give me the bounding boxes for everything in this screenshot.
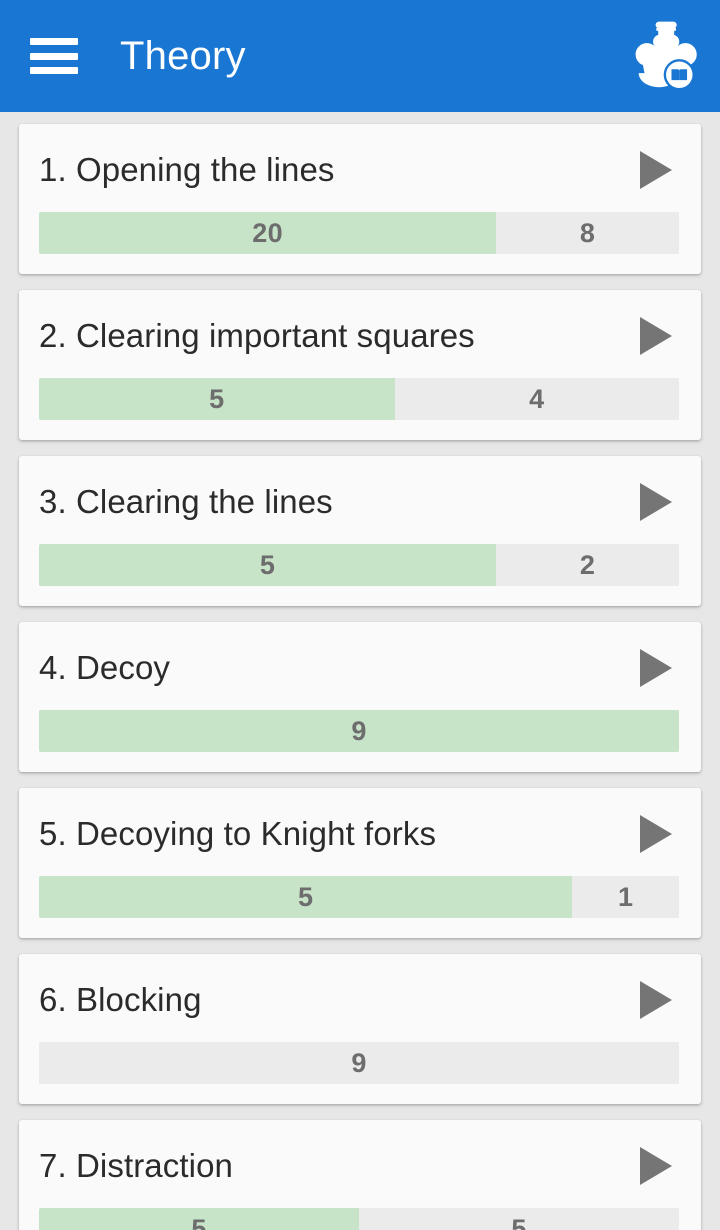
- list-item[interactable]: 5. Decoying to Knight forks 5 1: [19, 788, 701, 938]
- progress-solved-segment: 5: [39, 544, 497, 586]
- app-screen: Theory 1. Opening the lines 20 8 2. Clea…: [0, 0, 720, 1230]
- progress-bar: 5 5: [39, 1208, 679, 1230]
- list-item-header: 2. Clearing important squares: [39, 308, 679, 364]
- progress-bar: 5 1: [39, 876, 679, 918]
- progress-solved-segment: 5: [39, 378, 395, 420]
- list-item[interactable]: 4. Decoy 9: [19, 622, 701, 772]
- list-item-header: 5. Decoying to Knight forks: [39, 806, 679, 862]
- play-triangle-icon[interactable]: [635, 978, 675, 1022]
- hamburger-bar: [30, 38, 78, 45]
- list-item-title: 4. Decoy: [39, 649, 171, 687]
- page-title: Theory: [120, 33, 246, 78]
- progress-solved-segment: 20: [39, 212, 497, 254]
- progress-bar: 20 8: [39, 212, 679, 254]
- list-item-header: 6. Blocking: [39, 972, 679, 1028]
- list-item-title: 6. Blocking: [39, 981, 202, 1019]
- app-bar: Theory: [0, 0, 720, 112]
- list-item[interactable]: 6. Blocking 9: [19, 954, 701, 1104]
- list-item-header: 3. Clearing the lines: [39, 474, 679, 530]
- list-item-header: 1. Opening the lines: [39, 142, 679, 198]
- play-triangle-icon[interactable]: [635, 646, 675, 690]
- progress-bar: 5 4: [39, 378, 679, 420]
- play-triangle-icon[interactable]: [635, 812, 675, 856]
- list-item-title: 7. Distraction: [39, 1147, 233, 1185]
- list-item[interactable]: 2. Clearing important squares 5 4: [19, 290, 701, 440]
- play-triangle-icon[interactable]: [635, 314, 675, 358]
- play-triangle-icon[interactable]: [635, 148, 675, 192]
- progress-remaining-segment: 1: [572, 876, 679, 918]
- list-item-title: 1. Opening the lines: [39, 151, 335, 189]
- progress-bar: 9: [39, 710, 679, 752]
- progress-bar: 5 2: [39, 544, 679, 586]
- progress-remaining-segment: 4: [394, 378, 679, 420]
- play-triangle-icon[interactable]: [635, 1144, 675, 1188]
- theory-lesson-list[interactable]: 1. Opening the lines 20 8 2. Clearing im…: [0, 112, 720, 1230]
- chess-king-book-logo-icon[interactable]: [620, 17, 698, 95]
- list-item-title: 5. Decoying to Knight forks: [39, 815, 437, 853]
- list-item-header: 7. Distraction: [39, 1138, 679, 1194]
- list-item[interactable]: 3. Clearing the lines 5 2: [19, 456, 701, 606]
- hamburger-bar: [30, 67, 78, 74]
- list-item[interactable]: 7. Distraction 5 5: [19, 1120, 701, 1230]
- progress-solved-segment: 5: [39, 876, 573, 918]
- list-item-header: 4. Decoy: [39, 640, 679, 696]
- progress-bar: 9: [39, 1042, 679, 1084]
- list-item-title: 3. Clearing the lines: [39, 483, 333, 521]
- list-item-title: 2. Clearing important squares: [39, 317, 475, 355]
- play-triangle-icon[interactable]: [635, 480, 675, 524]
- progress-remaining-segment: 2: [496, 544, 679, 586]
- progress-remaining-segment: 9: [39, 1042, 679, 1084]
- progress-solved-segment: 9: [39, 710, 679, 752]
- hamburger-menu-icon[interactable]: [30, 38, 78, 74]
- progress-remaining-segment: 8: [496, 212, 679, 254]
- hamburger-bar: [30, 52, 78, 60]
- list-item[interactable]: 1. Opening the lines 20 8: [19, 124, 701, 274]
- progress-solved-segment: 5: [39, 1208, 359, 1230]
- progress-remaining-segment: 5: [359, 1208, 679, 1230]
